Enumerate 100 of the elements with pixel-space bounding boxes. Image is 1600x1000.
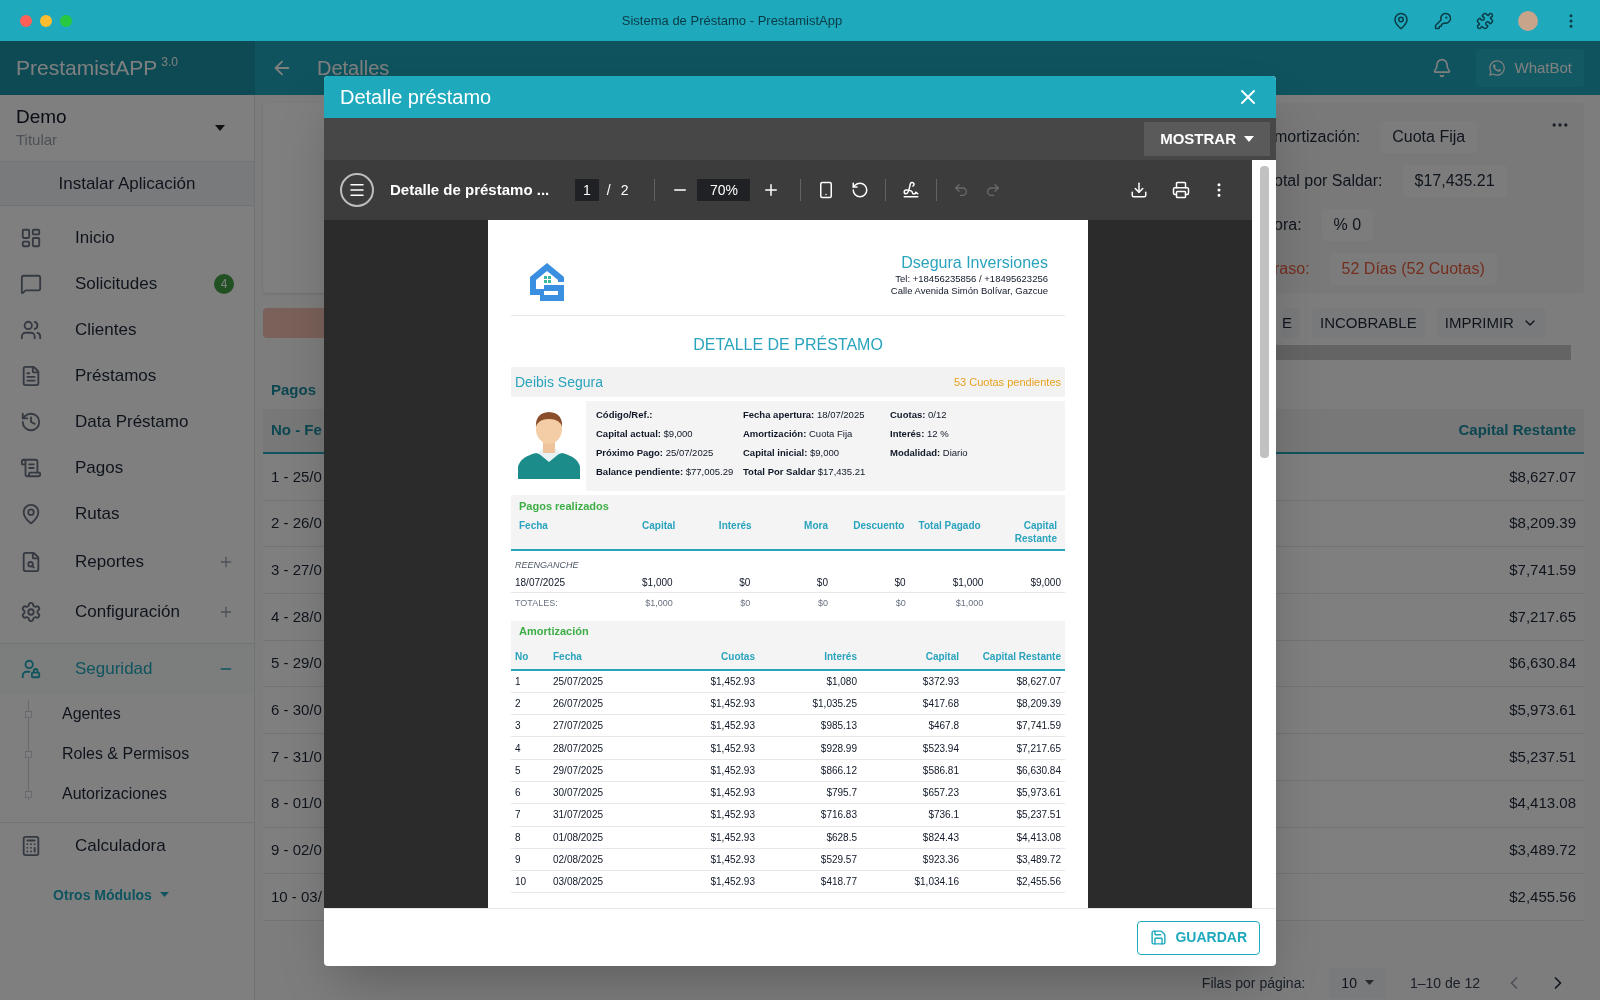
table-cell-text: $6,630.84 [1015,763,1061,778]
table-cell-text: $1,452.93 [709,875,755,890]
company-phone: Tel: +18456235856 / +18495623256 [895,273,1048,285]
zoom-field[interactable]: 70% [697,179,751,201]
signature-icon[interactable] [902,181,921,199]
table-cell-text: $4,413.08 [1015,830,1061,845]
table-cell-text: 10 [515,875,528,890]
sidebar-subitem[interactable]: Roles & Permisos [62,742,190,766]
table-cell-text: 8 - 01/0 [271,793,322,814]
detail-field: Fecha apertura: 18/07/2025 [743,405,890,424]
sidebar-item[interactable]: Solicitudes 4 [0,261,254,307]
detail-field: Amortización: Cuota Fija [743,424,890,443]
table-cell-text: $1,452.93 [709,719,755,734]
table-cell-text: $7,217.65 [1509,606,1576,627]
total-cell-text: $0 [739,596,751,610]
key-icon[interactable] [1434,11,1452,30]
puzzle-icon[interactable] [1476,11,1494,30]
count-badge: 4 [214,274,234,294]
total-cell-text: $1,000 [954,596,984,610]
table-cell-text: $1,452.93 [709,763,755,778]
sidebar-item[interactable]: Reportes [0,537,254,587]
total-cell-text: $1,000 [644,596,673,610]
sidebar-item[interactable]: Pagos [0,445,254,491]
sidebar-item[interactable]: Inicio [0,215,254,261]
sidebar-item[interactable]: Clientes [0,307,254,353]
table-cell-text: $5,237.51 [1509,746,1576,767]
table-cell-text: $5,237.51 [1015,808,1061,823]
sidebar-item[interactable]: Calculadora [0,823,254,869]
detail-field: Modalidad: Diario [890,443,1055,462]
summary-label: mortización: [1274,127,1361,147]
table-cell-text: $6,630.84 [1509,653,1576,674]
pagos-tab[interactable]: Pagos [271,378,316,401]
table-cell-text: $1,000 [951,575,984,590]
rotate-icon[interactable] [851,181,870,199]
show-button[interactable]: MOSTRAR [1144,122,1270,156]
table-cell-text: 31/07/2025 [553,808,605,823]
table-cell-text: 1 [515,674,522,689]
print-icon[interactable] [1172,181,1190,199]
column-header: Mora [803,519,828,533]
rows-per-page-label: Filas por página: [1201,973,1306,993]
table-cell-text: $866.12 [819,763,857,778]
table-cell-text: $523.94 [921,741,959,756]
total-cell-text: $0 [816,596,828,610]
map-pin-icon[interactable] [1392,11,1410,30]
document-title: DETALLE DE PRÉSTAMO [693,334,883,355]
column-header: Descuento [852,519,905,533]
detail-field: Interés: 12 % [890,424,1055,443]
client-name: Deibis Segura [515,372,603,392]
account-name: Demo [16,104,67,129]
sidebar-subitem[interactable]: Autorizaciones [62,782,167,806]
table-cell-text: $1,452.93 [709,674,755,689]
table-cell-text: $8,627.07 [1015,674,1061,689]
column-header: Total Pagado [917,519,981,533]
table-cell-text: $628.5 [825,830,857,845]
column-header: Interés [717,519,752,533]
table-cell-text: 9 - 02/0 [271,840,322,861]
table-cell-text: $0 [738,575,751,590]
map-pin-icon [20,503,42,525]
table-cell-text: 4 [515,741,522,756]
table-cell-text: $372.93 [921,674,959,689]
whatsapp-icon [1488,59,1507,77]
table-cell-text: 7 - 31/0 [271,746,322,767]
table-cell-text: $8,627.07 [1509,466,1576,487]
company-name: Dsegura Inversiones [901,253,1048,273]
action-button[interactable]: INCOBRABLE [1312,308,1425,338]
column-header: Capital [924,650,959,664]
column-header: Capital Restante [1458,420,1576,441]
caret-icon [1364,980,1374,986]
sidebar-item[interactable]: Configuración [0,587,254,637]
table-cell-text: $1,452.93 [709,830,755,845]
table-cell-text: $418.77 [819,875,857,890]
column-header: Interés [823,650,857,664]
table-cell-text: $1,035.25 [811,696,857,711]
rows-per-page-select[interactable]: 10 [1329,968,1386,998]
save-button[interactable]: GUARDAR [1137,920,1260,955]
table-cell-text: $1,080 [825,674,857,689]
table-cell-text: 4 - 28/0 [271,606,322,627]
page-number-field[interactable]: 1 [575,179,599,201]
action-button[interactable]: E [1282,308,1300,338]
table-cell-text: $1,000 [641,575,673,590]
action-button[interactable]: IMPRIMIR [1436,308,1546,338]
table-cell-text: 01/08/2025 [553,830,605,845]
table-cell-text: $8,209.39 [1509,513,1576,534]
sidebar-subitem[interactable]: Agentes [62,702,121,726]
table-cell-text: 6 - 30/0 [271,700,322,721]
menu-icon[interactable] [340,173,374,207]
table-cell-text: $5,973.61 [1015,786,1061,801]
sidebar-item[interactable]: Préstamos [0,353,254,399]
download-icon[interactable] [1130,181,1148,199]
version-label: 3.0 [161,54,178,71]
table-cell-text: $928.99 [819,741,857,756]
caret-icon[interactable] [214,124,226,132]
table-cell-text: 9 [515,853,522,867]
table-cell-text: $5,973.61 [1509,700,1576,721]
table-cell-text: $1,452.93 [709,808,755,823]
table-cell-text: $467.8 [927,719,959,734]
sidebar-item[interactable]: Rutas [0,491,254,537]
detail-field: Capital inicial: $9,000 [743,443,890,462]
install-app-button[interactable]: Instalar Aplicación [0,162,254,206]
sidebar-item[interactable]: Data Préstamo [0,399,254,445]
